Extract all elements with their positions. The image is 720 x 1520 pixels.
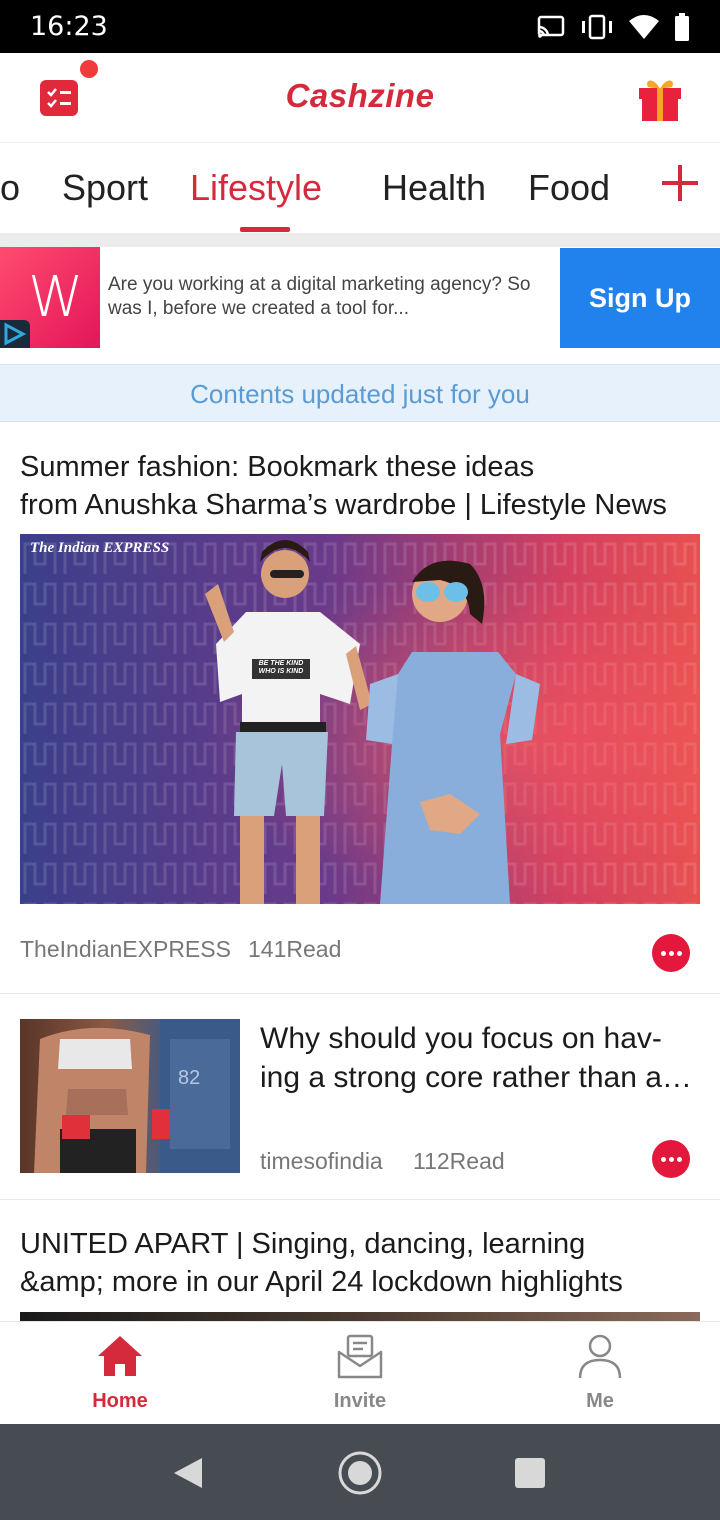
article-thumbnail: 82 bbox=[20, 1019, 240, 1173]
ad-signup-button[interactable]: Sign Up bbox=[560, 248, 720, 348]
thumbnail-number: 82 bbox=[178, 1067, 201, 1089]
status-bar: 16:23 bbox=[0, 0, 720, 53]
nav-invite[interactable]: Invite bbox=[240, 1322, 480, 1425]
active-tab-indicator bbox=[240, 227, 290, 232]
profile-icon bbox=[578, 1334, 622, 1379]
home-icon bbox=[98, 1336, 142, 1376]
article-reads: 112Read bbox=[413, 1148, 505, 1174]
ad-text: Are you working at a digital marketing a… bbox=[108, 274, 531, 319]
tab-health[interactable]: Health bbox=[382, 167, 486, 209]
article-title: UNITED APART | Singing, dancing, learnin… bbox=[20, 1228, 623, 1298]
article-source: timesofindia bbox=[260, 1148, 383, 1174]
battery-icon bbox=[675, 12, 689, 41]
back-icon[interactable] bbox=[166, 1450, 212, 1496]
home-circle-icon[interactable] bbox=[337, 1450, 383, 1496]
plus-icon[interactable] bbox=[660, 163, 700, 203]
updated-notice: Contents updated just for you bbox=[0, 364, 720, 422]
recents-icon[interactable] bbox=[507, 1450, 553, 1496]
more-options-icon[interactable] bbox=[652, 934, 690, 972]
cast-icon bbox=[537, 15, 565, 38]
invite-mail-icon bbox=[337, 1334, 383, 1379]
article-reads: 141Read bbox=[248, 936, 342, 962]
article-title: Why should you focus on hav- ing a stron… bbox=[260, 1022, 700, 1094]
article-title: Summer fashion: Bookmark these ideas fro… bbox=[20, 451, 667, 521]
tab-partial[interactable]: o bbox=[0, 167, 20, 209]
nav-me[interactable]: Me bbox=[480, 1322, 720, 1425]
article-hero-image: The Indian EXPRESS BE THE KIND WHO IS KI… bbox=[20, 534, 700, 904]
ad-logo-letter: W bbox=[28, 265, 84, 330]
system-nav-bar bbox=[0, 1424, 720, 1520]
gift-button[interactable] bbox=[636, 75, 684, 123]
hero-watermark: The Indian EXPRESS bbox=[30, 540, 170, 556]
article-card[interactable]: Summer fashion: Bookmark these ideas fro… bbox=[0, 422, 720, 994]
hero-shirt-text: BE THE KIND WHO IS KIND bbox=[258, 660, 304, 675]
tab-lifestyle[interactable]: Lifestyle bbox=[190, 167, 322, 209]
brand-logo: Cashzine bbox=[285, 77, 435, 114]
bottom-nav: Home Invite Me bbox=[0, 1321, 720, 1424]
article-card[interactable]: UNITED APART | Singing, dancing, learnin… bbox=[0, 1201, 720, 1322]
notification-dot bbox=[80, 60, 98, 78]
tab-sport[interactable]: Sport bbox=[62, 167, 148, 209]
tab-food[interactable]: Food bbox=[528, 167, 610, 209]
vibrate-icon bbox=[582, 14, 612, 39]
app-header: Cashzine bbox=[0, 53, 720, 143]
more-options-icon[interactable] bbox=[652, 1140, 690, 1178]
article-card[interactable]: 82 Why should you focus on hav- ing a st… bbox=[0, 995, 720, 1200]
nav-home[interactable]: Home bbox=[0, 1322, 240, 1425]
status-time: 16:23 bbox=[30, 11, 108, 42]
ad-banner[interactable]: W Are you working at a digital marketing… bbox=[0, 247, 720, 348]
ad-logo: W bbox=[0, 247, 100, 348]
divider bbox=[0, 233, 720, 247]
article-source: TheIndianEXPRESS bbox=[20, 936, 231, 962]
wifi-icon bbox=[629, 14, 659, 39]
gift-icon bbox=[639, 80, 681, 121]
category-tabs: o Sport Lifestyle Health Food bbox=[0, 143, 720, 233]
adchoices-icon[interactable] bbox=[0, 320, 30, 348]
